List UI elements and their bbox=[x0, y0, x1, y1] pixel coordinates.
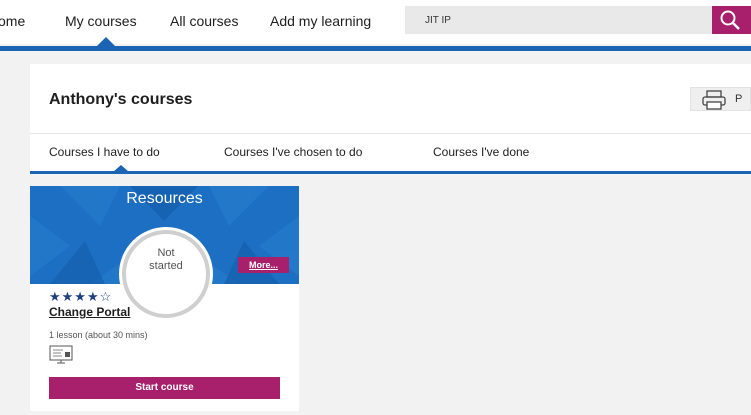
top-navigation: ome My courses All courses Add my learni… bbox=[0, 0, 751, 46]
divider bbox=[30, 133, 751, 134]
course-card: Resources Not started More... ★★★★☆ Chan… bbox=[30, 186, 299, 411]
tab-courses-ive-done[interactable]: Courses I've done bbox=[433, 145, 529, 159]
courses-panel: Anthony's courses P Courses I have to do… bbox=[30, 64, 751, 174]
search-input[interactable] bbox=[405, 6, 712, 34]
page-title: Anthony's courses bbox=[49, 91, 193, 108]
tab-courses-i-have-to-do[interactable]: Courses I have to do bbox=[49, 145, 160, 159]
lesson-duration: 1 lesson (about 30 mins) bbox=[49, 330, 148, 340]
banner-title: Resources bbox=[126, 190, 203, 207]
nav-underline-bar bbox=[0, 46, 751, 51]
search-button[interactable] bbox=[712, 6, 751, 34]
progress-status-circle: Not started bbox=[122, 230, 210, 318]
more-button[interactable]: More... bbox=[238, 257, 289, 273]
progress-status: Not started bbox=[126, 247, 206, 273]
tab-courses-ive-chosen-to-do[interactable]: Courses I've chosen to do bbox=[224, 145, 362, 159]
course-title-link[interactable]: Change Portal bbox=[49, 305, 130, 319]
status-line-2: started bbox=[149, 260, 183, 272]
search-box bbox=[405, 6, 712, 34]
printer-icon bbox=[702, 90, 726, 110]
active-nav-indicator bbox=[97, 37, 115, 46]
nav-item-home[interactable]: ome bbox=[0, 13, 25, 29]
nav-item-add-my-learning[interactable]: Add my learning bbox=[270, 13, 371, 29]
star-rating: ★★★★☆ bbox=[49, 289, 113, 304]
tab-underline-bar bbox=[30, 171, 751, 174]
print-button[interactable]: P bbox=[690, 87, 751, 111]
nav-item-all-courses[interactable]: All courses bbox=[170, 13, 238, 29]
status-line-1: Not bbox=[157, 247, 175, 259]
nav-item-my-courses[interactable]: My courses bbox=[65, 13, 137, 29]
elearning-icon bbox=[49, 345, 73, 364]
start-course-button[interactable]: Start course bbox=[49, 377, 280, 399]
print-label: P bbox=[735, 93, 743, 105]
search-icon bbox=[720, 10, 740, 30]
